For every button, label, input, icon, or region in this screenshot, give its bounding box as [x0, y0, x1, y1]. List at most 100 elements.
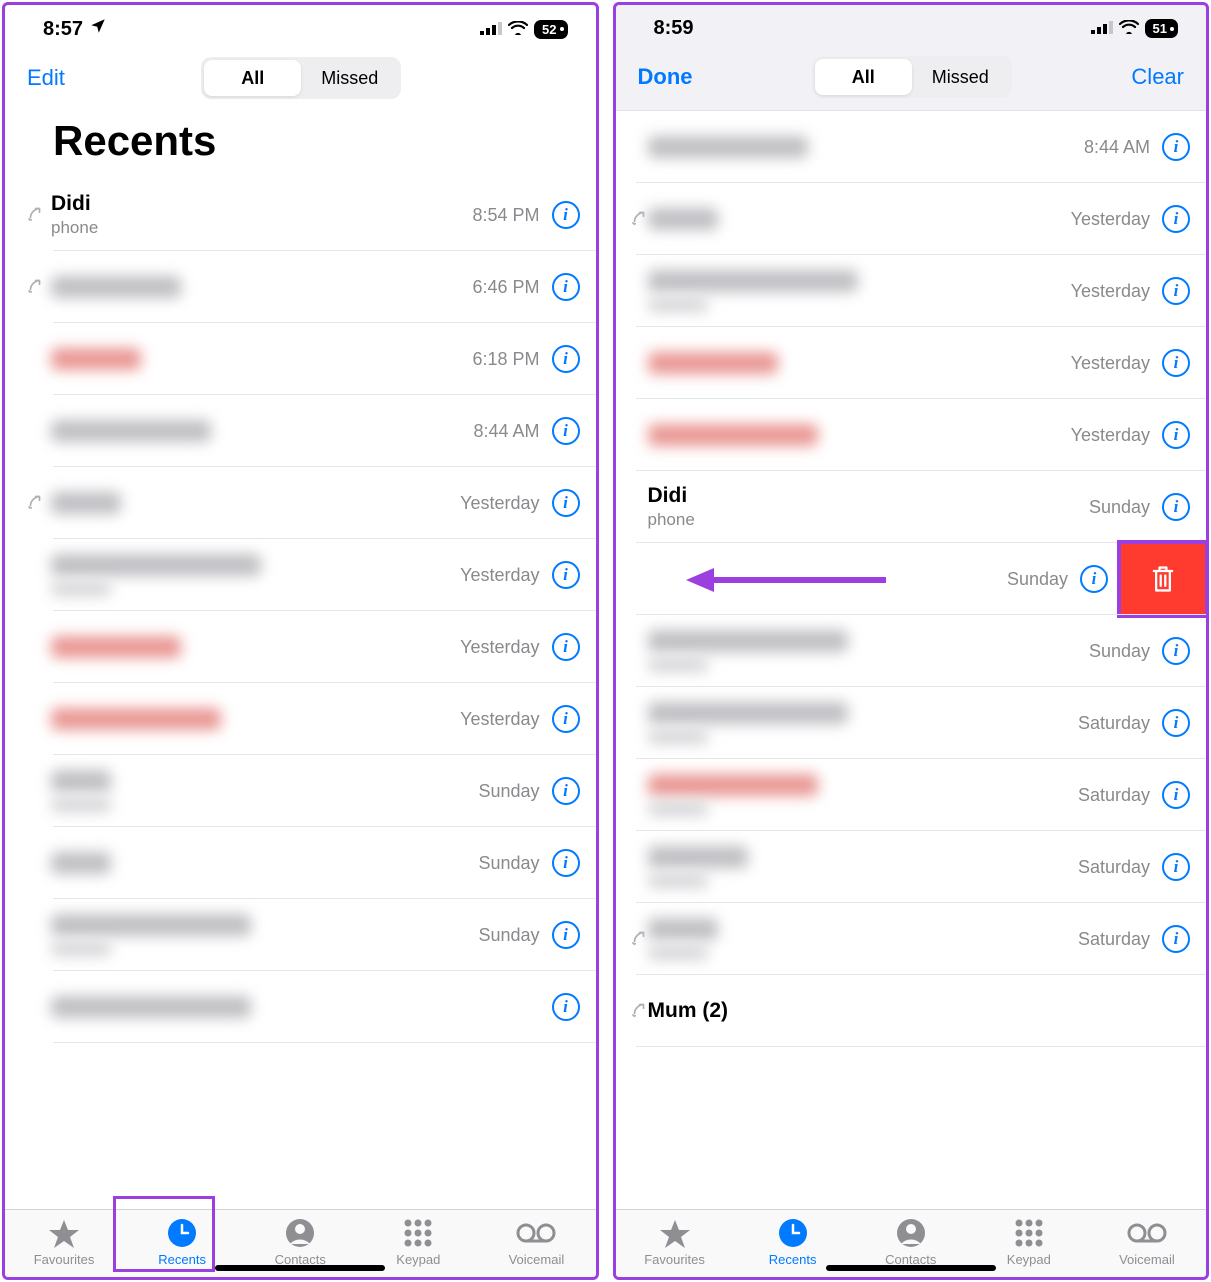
call-row[interactable]: Yesterday i: [5, 611, 596, 683]
nav-header: Done All Missed Clear: [616, 46, 1207, 111]
call-row[interactable]: Yesterdayi: [5, 467, 596, 539]
segmented-control[interactable]: All Missed: [201, 57, 401, 99]
outgoing-call-icon: [26, 492, 44, 515]
info-button[interactable]: i: [1162, 853, 1190, 881]
call-row[interactable]: 8:44 AM i: [616, 111, 1207, 183]
call-time: 8:44 AM: [1084, 137, 1150, 158]
call-row[interactable]: Sundayi: [5, 827, 596, 899]
recents-list[interactable]: Didiphone8:54 PMi6:46 PMi6:18 PMi8:44 AM…: [5, 179, 596, 1209]
info-button[interactable]: i: [552, 417, 580, 445]
redacted-sub: [648, 874, 708, 888]
info-button[interactable]: i: [552, 201, 580, 229]
tab-keypad[interactable]: Keypad: [970, 1218, 1088, 1267]
info-button[interactable]: i: [552, 849, 580, 877]
recents-icon: [778, 1218, 808, 1248]
info-button[interactable]: i: [1162, 349, 1190, 377]
segment-missed[interactable]: Missed: [912, 59, 1009, 95]
call-row[interactable]: Sundayi: [616, 543, 1207, 615]
tab-keypad[interactable]: Keypad: [359, 1218, 477, 1267]
call-row[interactable]: Yesterday i: [5, 683, 596, 755]
tab-label: Recents: [769, 1252, 817, 1267]
segment-all[interactable]: All: [204, 60, 301, 96]
recents-list[interactable]: 8:44 AMiYesterdayiYesterdayiYesterdayiYe…: [616, 111, 1207, 1209]
edit-button[interactable]: Edit: [27, 65, 65, 91]
info-button[interactable]: i: [1162, 421, 1190, 449]
call-row[interactable]: DidiphoneSundayi: [616, 471, 1207, 543]
tab-voicemail[interactable]: Voicemail: [477, 1218, 595, 1267]
segment-all[interactable]: All: [815, 59, 912, 95]
call-time: Yesterday: [460, 709, 539, 730]
call-time: Yesterday: [460, 637, 539, 658]
info-button[interactable]: i: [1162, 925, 1190, 953]
call-time: Saturday: [1078, 713, 1150, 734]
cellular-signal-icon: [480, 18, 502, 41]
info-button[interactable]: i: [552, 273, 580, 301]
redacted-sub: [648, 946, 708, 960]
call-row[interactable]: Yesterdayi: [616, 255, 1207, 327]
wifi-icon: [508, 18, 528, 41]
info-button[interactable]: i: [1162, 133, 1190, 161]
call-row[interactable]: Didiphone8:54 PMi: [5, 179, 596, 251]
info-button[interactable]: i: [1080, 565, 1108, 593]
info-button[interactable]: i: [1162, 709, 1190, 737]
redacted-name: [51, 996, 251, 1018]
call-row[interactable]: Yesterdayi: [616, 399, 1207, 471]
call-time: 8:44 AM: [473, 421, 539, 442]
tab-recents[interactable]: Recents: [123, 1218, 241, 1267]
delete-button[interactable]: [1120, 543, 1206, 615]
info-button[interactable]: i: [552, 561, 580, 589]
clear-button[interactable]: Clear: [1131, 64, 1184, 90]
info-button[interactable]: i: [1162, 781, 1190, 809]
segmented-control[interactable]: All Missed: [812, 56, 1012, 98]
call-row[interactable]: Sundayi: [5, 755, 596, 827]
tab-recents[interactable]: Recents: [734, 1218, 852, 1267]
redacted-name: [51, 420, 211, 442]
redacted-name: [51, 276, 181, 298]
info-button[interactable]: i: [1162, 277, 1190, 305]
home-indicator[interactable]: [826, 1265, 996, 1271]
tab-label: Recents: [158, 1252, 206, 1267]
home-indicator[interactable]: [215, 1265, 385, 1271]
tab-favourites[interactable]: Favourites: [616, 1218, 734, 1267]
redacted-name: [51, 852, 111, 874]
call-row[interactable]: Saturday i: [616, 687, 1207, 759]
call-row[interactable]: Saturdayi: [616, 759, 1207, 831]
call-row[interactable]: Yesterdayi: [616, 183, 1207, 255]
info-button[interactable]: i: [1162, 205, 1190, 233]
info-button[interactable]: i: [552, 777, 580, 805]
info-button[interactable]: i: [552, 489, 580, 517]
call-row[interactable]: Yesterdayi: [5, 539, 596, 611]
tab-voicemail[interactable]: Voicemail: [1088, 1218, 1206, 1267]
status-bar: 8:59 51: [616, 5, 1207, 46]
call-row[interactable]: 8:44 AM i: [5, 395, 596, 467]
contact-subtext: phone: [51, 218, 472, 238]
call-row[interactable]: Yesterdayi: [616, 327, 1207, 399]
tab-favourites[interactable]: Favourites: [5, 1218, 123, 1267]
done-button[interactable]: Done: [638, 64, 693, 90]
info-button[interactable]: i: [552, 921, 580, 949]
tab-contacts[interactable]: Contacts: [852, 1218, 970, 1267]
info-button[interactable]: i: [552, 633, 580, 661]
info-button[interactable]: i: [552, 345, 580, 373]
call-row[interactable]: 6:46 PM i: [5, 251, 596, 323]
call-row[interactable]: 6:18 PMi: [5, 323, 596, 395]
call-row[interactable]: Saturdayi: [616, 831, 1207, 903]
call-row[interactable]: i: [5, 971, 596, 1043]
outgoing-call-icon: [26, 276, 44, 299]
call-row[interactable]: Sundayi: [616, 615, 1207, 687]
info-button[interactable]: i: [552, 993, 580, 1021]
info-button[interactable]: i: [1162, 493, 1190, 521]
call-row[interactable]: Sundayi: [5, 899, 596, 971]
call-time: 6:46 PM: [472, 277, 539, 298]
info-button[interactable]: i: [1162, 637, 1190, 665]
tab-contacts[interactable]: Contacts: [241, 1218, 359, 1267]
info-button[interactable]: i: [552, 705, 580, 733]
tab-label: Favourites: [34, 1252, 95, 1267]
redacted-name: [648, 630, 848, 652]
segment-missed[interactable]: Missed: [301, 60, 398, 96]
contact-subtext: phone: [648, 510, 1089, 530]
favourites-icon: [48, 1218, 80, 1248]
call-row[interactable]: Mum (2): [616, 975, 1207, 1047]
call-row[interactable]: Saturdayi: [616, 903, 1207, 975]
call-time: Sunday: [1007, 569, 1068, 590]
